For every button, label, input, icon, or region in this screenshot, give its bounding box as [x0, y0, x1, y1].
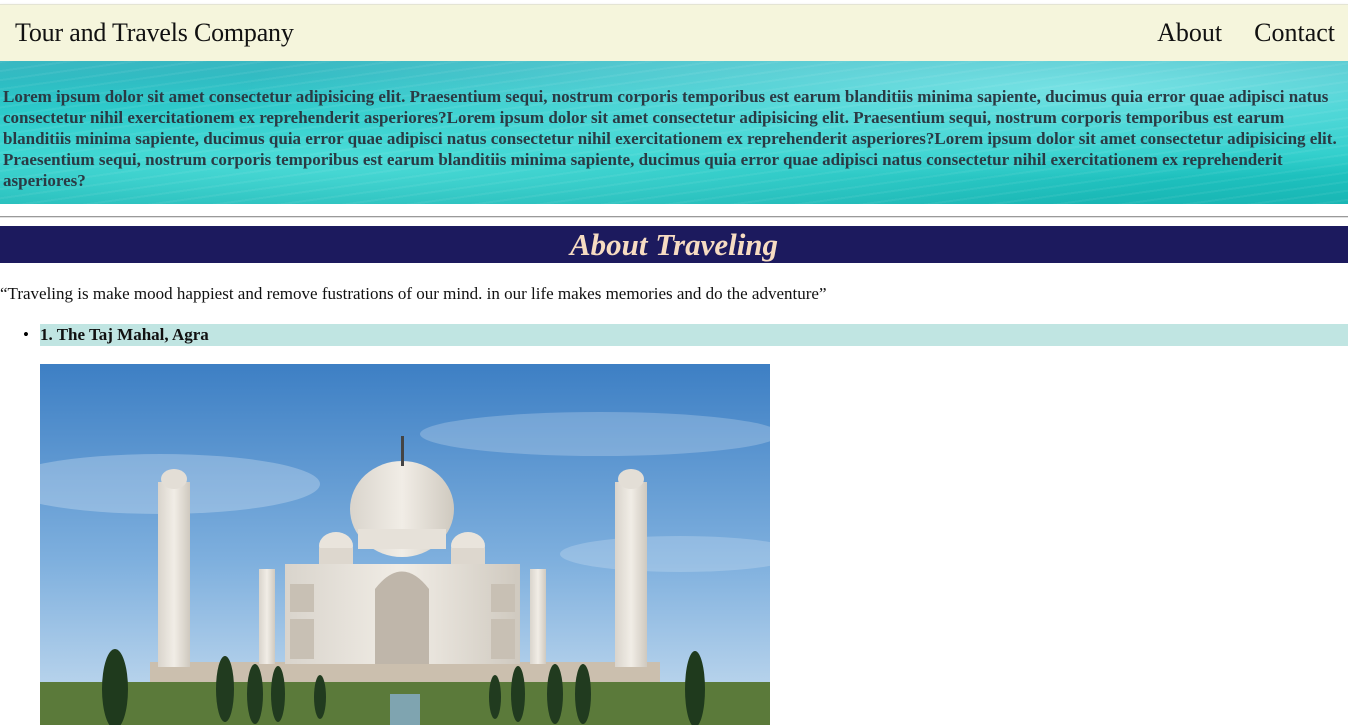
list-bullet: •	[23, 325, 29, 344]
hero-text: Lorem ipsum dolor sit amet consectetur a…	[3, 87, 1337, 190]
taj-mahal-photo	[40, 364, 770, 725]
nav-link-contact[interactable]: Contact	[1254, 18, 1335, 48]
top-navbar: Tour and Travels Company About Contact	[0, 4, 1348, 61]
about-title: About Traveling	[569, 227, 779, 262]
about-section-header: About Traveling	[0, 226, 1348, 263]
nav-link-about[interactable]: About	[1157, 18, 1222, 48]
horizontal-rule	[0, 216, 1348, 218]
hero-banner: Lorem ipsum dolor sit amet consectetur a…	[0, 61, 1348, 204]
nav-links: About Contact	[1157, 18, 1335, 48]
place-title: 1. The Taj Mahal, Agra	[40, 325, 209, 344]
place-item-1: 1. The Taj Mahal, Agra	[40, 324, 1348, 346]
brand-title[interactable]: Tour and Travels Company	[15, 18, 294, 48]
about-quote: “Traveling is make mood happiest and rem…	[0, 284, 827, 303]
